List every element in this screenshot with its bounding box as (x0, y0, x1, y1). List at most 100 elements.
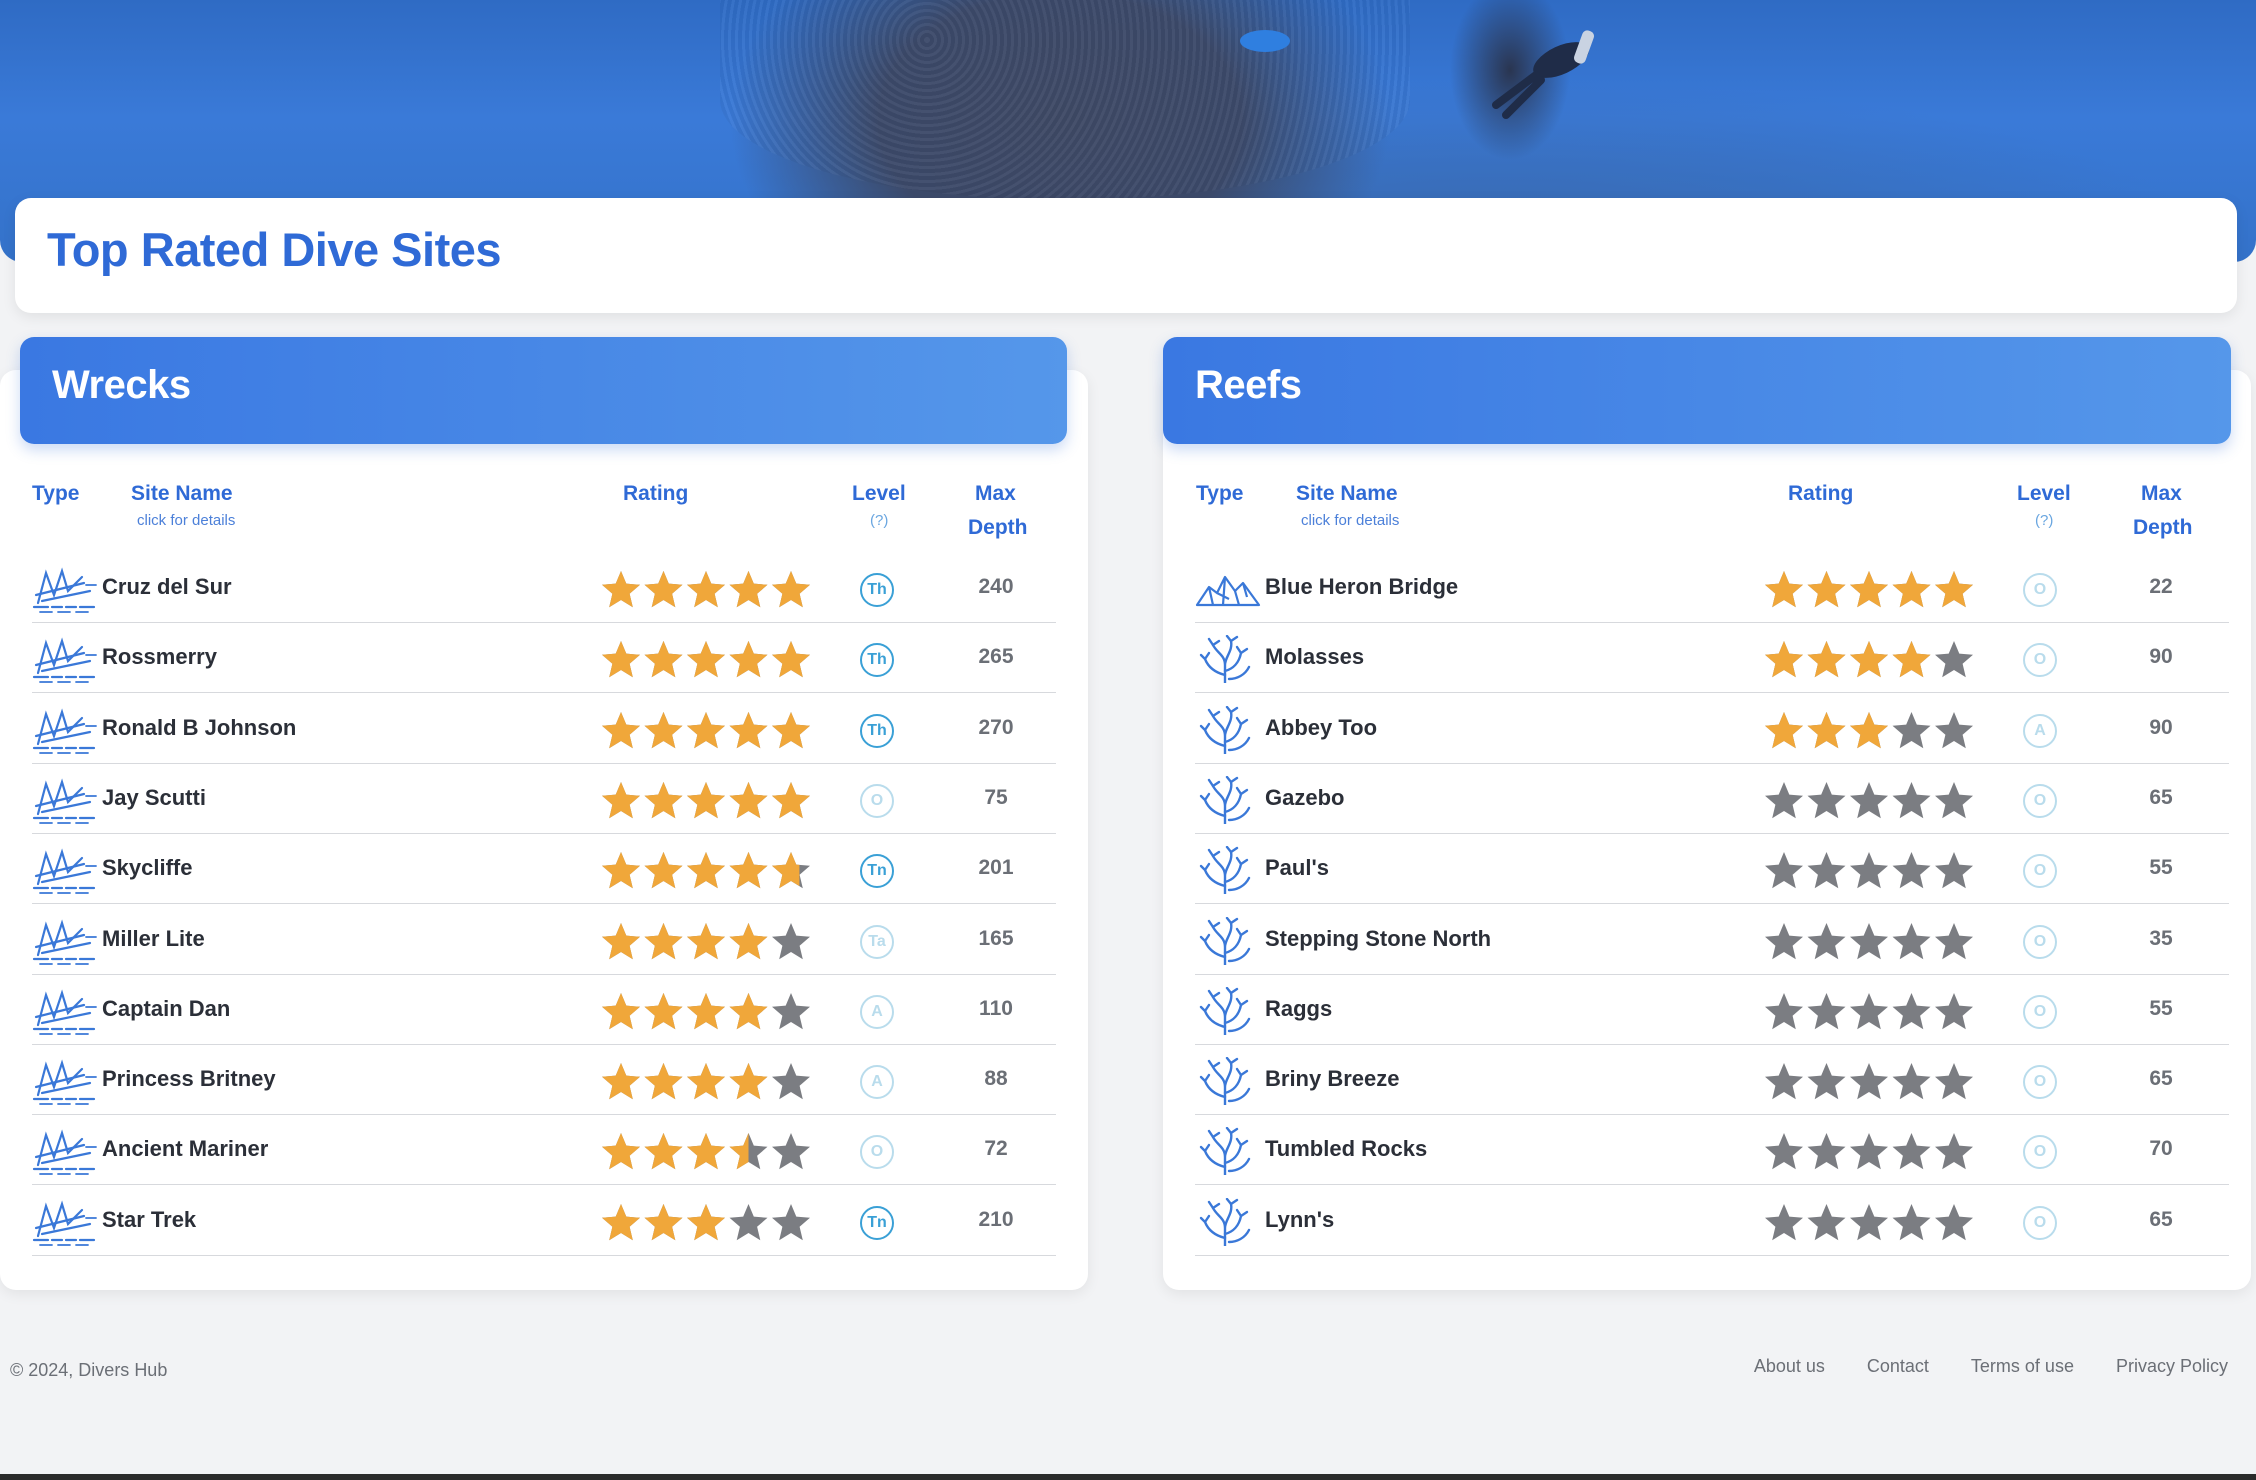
rating-star (772, 711, 810, 748)
col-level: Level (2017, 482, 2071, 505)
site-name-link[interactable]: Jay Scutti (102, 785, 206, 811)
rating-star (729, 1133, 768, 1170)
site-name-link[interactable]: Abbey Too (1265, 715, 1377, 741)
site-name-link[interactable]: Ronald B Johnson (102, 715, 296, 741)
site-name-link[interactable]: Ancient Mariner (102, 1136, 268, 1162)
level-help-link[interactable]: (?) (870, 512, 888, 529)
site-name-link[interactable]: Miller Lite (102, 926, 205, 952)
col-type: Type (1196, 482, 1244, 505)
site-name-link[interactable]: Molasses (1265, 644, 1364, 670)
star-rating (1763, 1202, 1973, 1244)
table-row[interactable]: Tumbled Rocks O 70 (1195, 1115, 2229, 1186)
wreck-icon (32, 565, 98, 613)
site-name-link[interactable]: Star Trek (102, 1207, 196, 1233)
table-row[interactable]: Skycliffe Tn 201 (32, 834, 1056, 905)
table-row[interactable]: Stepping Stone North O 35 (1195, 905, 2229, 975)
level-badge: A (2023, 713, 2057, 748)
table-row[interactable]: Ronald B Johnson Th 270 (32, 694, 1056, 764)
max-depth-value: 90 (2149, 715, 2173, 739)
wrecks-title: Wrecks (52, 363, 191, 407)
rating-star (772, 1063, 810, 1100)
star-rating (600, 1202, 810, 1244)
rating-star (729, 711, 768, 748)
rating-star (1892, 711, 1931, 748)
site-name-link[interactable]: Paul's (1265, 855, 1329, 881)
footer-links: About us Contact Terms of use Privacy Po… (1754, 1356, 2228, 1377)
level-help-link[interactable]: (?) (2035, 512, 2053, 529)
rating-star (1807, 781, 1846, 819)
site-name-link[interactable]: Blue Heron Bridge (1265, 574, 1458, 600)
table-row[interactable]: Gazebo O 65 (1195, 764, 2229, 834)
site-name-link[interactable]: Raggs (1265, 996, 1332, 1022)
table-row[interactable]: Lynn's O 65 (1195, 1186, 2229, 1256)
level-badge: O (860, 1135, 894, 1170)
table-row[interactable]: Blue Heron Bridge O 22 (1195, 553, 2229, 623)
col-max: Max (2141, 482, 2182, 505)
site-name-link[interactable]: Skycliffe (102, 855, 193, 881)
rating-star (1892, 992, 1931, 1029)
star-rating (600, 1131, 810, 1173)
footer-link-contact[interactable]: Contact (1867, 1356, 1929, 1377)
star-rating (1763, 850, 1973, 892)
rating-star (1807, 992, 1846, 1029)
rating-star (602, 641, 640, 678)
rating-star (1850, 992, 1888, 1029)
table-row[interactable]: Cruz del Sur Th 240 (32, 553, 1056, 623)
rating-star (1935, 992, 1973, 1029)
site-name-link[interactable]: Stepping Stone North (1265, 926, 1491, 952)
max-depth-value: 240 (978, 575, 1014, 598)
footer-link-terms[interactable]: Terms of use (1971, 1356, 2074, 1377)
rating-star (1807, 852, 1846, 889)
rating-star (1765, 1063, 1803, 1100)
rating-star (644, 711, 683, 748)
table-row[interactable]: Molasses O 90 (1195, 623, 2229, 694)
table-row[interactable]: Captain Dan A 110 (32, 975, 1056, 1045)
rating-star (772, 922, 810, 959)
site-name-link[interactable]: Princess Britney (102, 1066, 276, 1092)
star-rating (1763, 1061, 1973, 1103)
rating-star (772, 571, 810, 608)
max-depth-value: 265 (978, 645, 1014, 669)
rating-star (602, 711, 640, 748)
max-depth-value: 55 (2149, 856, 2173, 880)
level-badge: Th (860, 643, 894, 678)
footer-link-privacy[interactable]: Privacy Policy (2116, 1356, 2228, 1377)
wreck-icon (32, 1057, 98, 1105)
table-row[interactable]: Abbey Too A 90 (1195, 694, 2229, 764)
table-row[interactable]: Star Trek Tn 210 (32, 1186, 1056, 1256)
star-rating (600, 991, 810, 1033)
rating-star (729, 641, 768, 678)
table-row[interactable]: Rossmerry Th 265 (32, 623, 1056, 694)
star-rating (600, 639, 810, 681)
site-name-link[interactable]: Tumbled Rocks (1265, 1136, 1427, 1162)
table-row[interactable]: Briny Breeze O 65 (1195, 1045, 2229, 1116)
table-row[interactable]: Jay Scutti O 75 (32, 764, 1056, 834)
rating-star (1892, 1203, 1931, 1240)
site-name-link[interactable]: Briny Breeze (1265, 1066, 1400, 1092)
site-name-link[interactable]: Captain Dan (102, 996, 230, 1022)
site-name-link[interactable]: Rossmerry (102, 644, 217, 670)
rating-star (1765, 852, 1803, 889)
site-name-link[interactable]: Lynn's (1265, 1207, 1334, 1233)
rating-star (729, 571, 768, 608)
col-rating: Rating (1788, 482, 1854, 505)
rating-star (772, 1133, 810, 1170)
footer-link-about[interactable]: About us (1754, 1356, 1825, 1377)
max-depth-value: 210 (978, 1207, 1014, 1231)
table-row[interactable]: Ancient Mariner O 72 (32, 1115, 1056, 1186)
coral-icon (1195, 916, 1261, 966)
hero-wreck-shape (720, 0, 1410, 200)
table-row[interactable]: Raggs O 55 (1195, 975, 2229, 1045)
site-name-link[interactable]: Gazebo (1265, 785, 1344, 811)
rating-star (687, 711, 725, 748)
star-rating (1763, 780, 1973, 822)
site-name-link[interactable]: Cruz del Sur (102, 574, 232, 600)
table-row[interactable]: Paul's O 55 (1195, 834, 2229, 905)
table-row[interactable]: Princess Britney A 88 (32, 1045, 1056, 1116)
wreck-icon (32, 846, 98, 895)
rating-star (602, 571, 640, 608)
table-row[interactable]: Miller Lite Ta 165 (32, 905, 1056, 975)
star-rating (1763, 921, 1973, 963)
rating-star (1765, 1203, 1803, 1240)
rating-star (1935, 852, 1973, 889)
